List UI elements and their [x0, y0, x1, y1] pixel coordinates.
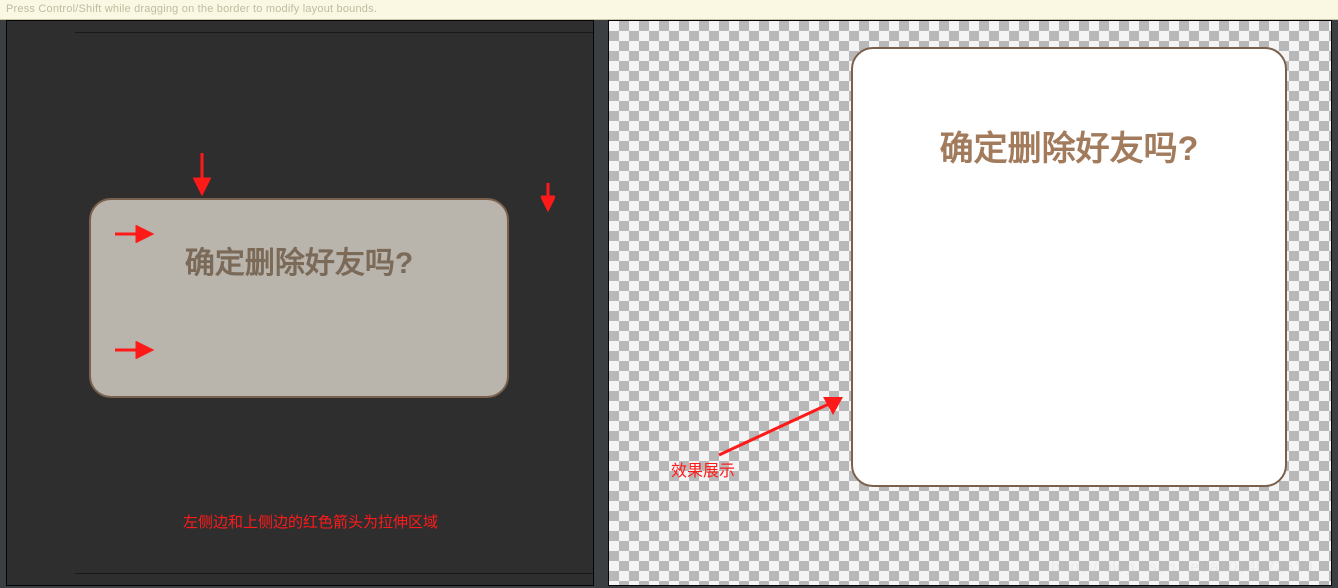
annotation-caption-left: 左侧边和上侧边的红色箭头为拉伸区域 — [183, 511, 438, 532]
preview-bubble-title: 确定删除好友吗? — [853, 49, 1285, 170]
watermark: https://blog.csdn.net/a1064072510 — [1051, 559, 1313, 577]
arrow-down-icon — [193, 153, 211, 197]
nine-patch-bottom-margin[interactable] — [75, 573, 593, 585]
arrow-right-icon — [115, 341, 155, 359]
arrow-down-icon — [541, 183, 555, 213]
arrow-right-icon — [115, 225, 155, 243]
preview-panel: 确定删除好友吗? 效果展示 https://blog.csdn.net/a106… — [608, 20, 1332, 586]
workspace: 确定删除好友吗? 左侧边和上侧边的红色箭头为拉伸区域 确定删除好友吗? — [0, 20, 1338, 588]
annotation-caption-right: 效果展示 — [671, 457, 735, 481]
hint-bar: Press Control/Shift while dragging on th… — [0, 0, 1338, 20]
panel-divider[interactable] — [594, 20, 608, 588]
nine-patch-top-margin[interactable] — [75, 21, 593, 33]
nine-patch-editor-panel: 确定删除好友吗? 左侧边和上侧边的红色箭头为拉伸区域 — [6, 20, 594, 586]
editor-canvas[interactable]: 确定删除好友吗? 左侧边和上侧边的红色箭头为拉伸区域 — [75, 33, 593, 573]
preview-bubble: 确定删除好友吗? — [851, 47, 1287, 487]
